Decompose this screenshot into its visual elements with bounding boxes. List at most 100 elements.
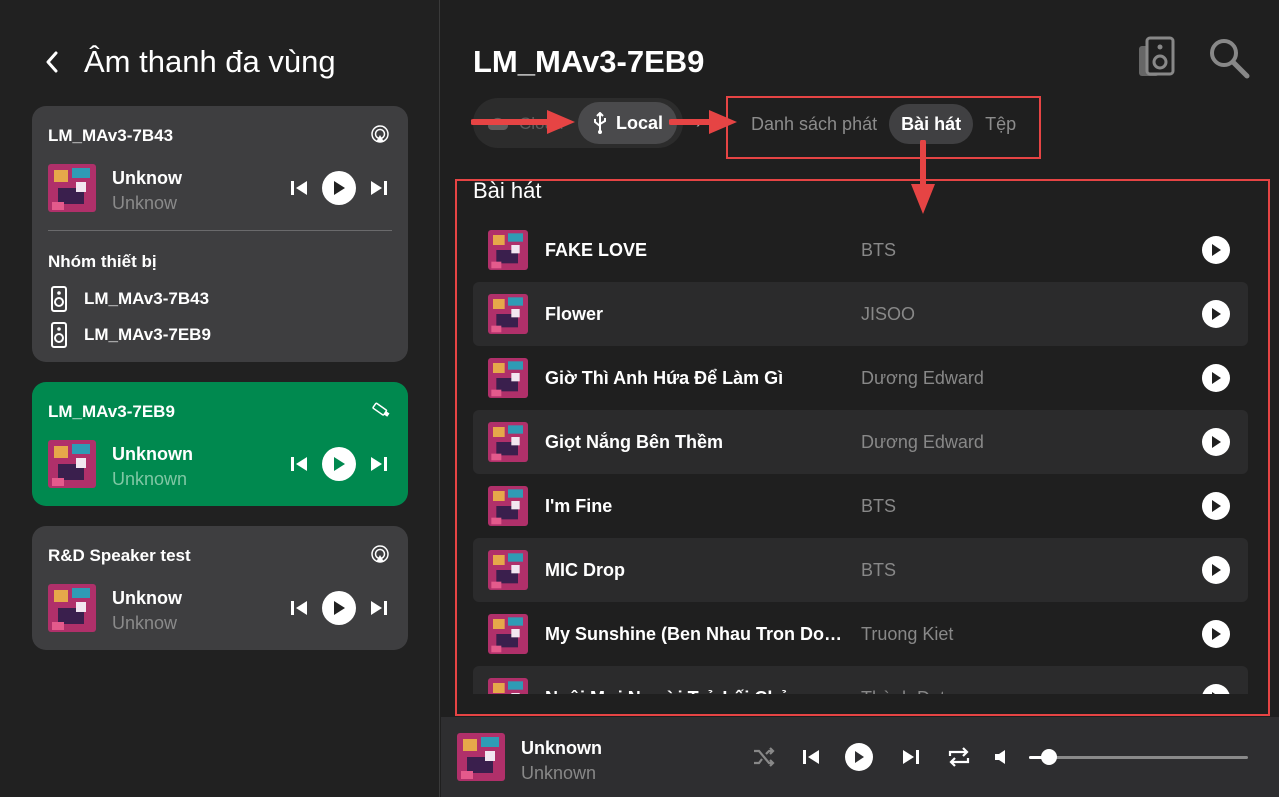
previous-icon[interactable] (290, 600, 308, 616)
album-art (488, 230, 528, 270)
album-art (488, 550, 528, 590)
song-artist: JISOO (861, 304, 916, 324)
panel-title: Âm thanh đa vùng (84, 44, 336, 79)
playback-controls (290, 171, 388, 205)
speaker-card[interactable]: LM_MAv3-7B43 Unknow Unknow Nhóm thiết bị… (32, 106, 408, 362)
song-artist: BTS (861, 240, 897, 260)
play-button[interactable] (1202, 620, 1230, 648)
next-icon[interactable] (370, 456, 388, 472)
song-artist: BTS (861, 560, 897, 580)
song-row[interactable]: My Sunshine (Ben Nhau Tron Doi Nhe) Truon… (473, 602, 1248, 666)
play-button[interactable] (1202, 428, 1230, 456)
song-list: FAKE LOVE BTS Flower JISOO Giờ Thì Anh Hứa Đ… (473, 218, 1248, 694)
group-device-row: LM_MAv3-7EB9 (48, 322, 211, 348)
speaker-card-active[interactable]: LM_MAv3-7EB9 Unknown Unknown (32, 382, 408, 506)
group-device-name: LM_MAv3-7EB9 (84, 325, 211, 344)
now-playing-title: Unknown (521, 738, 602, 758)
now-playing-artist: Unknown (521, 763, 597, 783)
airplay-icon (370, 544, 390, 564)
annotation-arrow (669, 110, 737, 134)
song-row[interactable]: Nuôi Mơi Người Trở Lối Chở Thành Đạt (473, 666, 1248, 694)
album-art (488, 358, 528, 398)
search-icon[interactable] (1207, 36, 1251, 80)
speaker-group-icon[interactable] (1137, 36, 1181, 80)
speaker-icon (51, 322, 67, 348)
track-title: Unknown (112, 444, 193, 464)
album-art (48, 440, 96, 488)
volume-icon[interactable] (993, 743, 1009, 771)
song-title: MIC Drop (545, 560, 625, 580)
section-title: Bài hát (473, 178, 542, 203)
play-button[interactable] (1202, 364, 1230, 392)
annotation-box (726, 96, 1041, 159)
previous-icon[interactable] (290, 180, 308, 196)
play-button[interactable] (1202, 236, 1230, 264)
now-playing-bar: Unknown Unknown (441, 717, 1279, 797)
speaker-icon (51, 286, 67, 312)
album-art (488, 678, 528, 694)
song-title: Nuôi Mơi Người Trở Lối Chở (545, 688, 845, 694)
play-button[interactable] (1202, 684, 1230, 694)
album-art (48, 584, 96, 632)
play-button[interactable] (1202, 300, 1230, 328)
album-art (48, 164, 96, 212)
play-button[interactable] (845, 743, 873, 771)
song-title: Giờ Thì Anh Hứa Để Làm Gì (545, 368, 784, 388)
song-artist: BTS (861, 496, 897, 516)
left-header: Âm thanh đa vùng (40, 44, 336, 80)
song-title: I'm Fine (545, 496, 613, 516)
app-window: Âm thanh đa vùng LM_MAv3-7B43 Unknow Unk… (0, 0, 1279, 797)
speaker-name: LM_MAv3-7EB9 (48, 402, 175, 421)
song-row[interactable]: Giờ Thì Anh Hứa Để Làm Gì Dương Edward (473, 346, 1248, 410)
speaker-name: R&D Speaker test (48, 546, 191, 565)
album-art (488, 486, 528, 526)
album-art (488, 614, 528, 654)
shuffle-icon[interactable] (751, 743, 777, 771)
track-title: Unknow (112, 588, 182, 608)
song-row[interactable]: I'm Fine BTS (473, 474, 1248, 538)
multiroom-panel: Âm thanh đa vùng LM_MAv3-7B43 Unknow Unk… (0, 0, 440, 797)
repeat-icon[interactable] (946, 743, 972, 771)
speaker-card[interactable]: R&D Speaker test Unknow Unknow (32, 526, 408, 650)
song-title: Giọt Nắng Bên Thềm (545, 432, 724, 452)
annotation-arrow (471, 110, 575, 134)
playback-controls (290, 591, 388, 625)
song-artist: Dương Edward (861, 368, 984, 388)
song-row[interactable]: FAKE LOVE BTS (473, 218, 1248, 282)
play-button[interactable] (322, 171, 356, 205)
usb-stick-icon (370, 400, 390, 420)
back-arrow-icon[interactable] (40, 46, 64, 78)
source-local-button[interactable]: Local (578, 102, 678, 144)
track-artist: Unknow (112, 613, 178, 633)
next-icon[interactable] (370, 180, 388, 196)
usb-icon (594, 112, 606, 134)
library-panel: LM_MAv3-7EB9 Cloud Local › Danh sách phá… (441, 0, 1279, 797)
divider (48, 230, 392, 231)
device-title: LM_MAv3-7EB9 (473, 44, 705, 79)
next-icon[interactable] (370, 600, 388, 616)
previous-icon[interactable] (801, 743, 821, 771)
previous-icon[interactable] (290, 456, 308, 472)
group-device-name: LM_MAv3-7B43 (84, 289, 210, 308)
playback-controls (290, 447, 388, 481)
song-row[interactable]: Flower JISOO (473, 282, 1248, 346)
volume-slider-handle[interactable] (1040, 749, 1057, 765)
song-title: FAKE LOVE (545, 240, 648, 260)
album-art (457, 733, 505, 781)
group-label: Nhóm thiết bị (48, 252, 157, 271)
album-art (488, 294, 528, 334)
airplay-icon (370, 124, 390, 144)
album-art (488, 422, 528, 462)
source-local-label: Local (616, 112, 664, 133)
play-button[interactable] (1202, 492, 1230, 520)
song-row[interactable]: Giọt Nắng Bên Thềm Dương Edward (473, 410, 1248, 474)
play-button[interactable] (322, 447, 356, 481)
song-row[interactable]: MIC Drop BTS (473, 538, 1248, 602)
song-artist: Dương Edward (861, 432, 984, 452)
play-button[interactable] (1202, 556, 1230, 584)
track-artist: Unknown (112, 469, 188, 489)
play-button[interactable] (322, 591, 356, 625)
song-title: My Sunshine (Ben Nhau Tron Doi Nhe) (545, 624, 845, 644)
next-icon[interactable] (901, 743, 921, 771)
volume-slider[interactable] (1029, 749, 1248, 765)
